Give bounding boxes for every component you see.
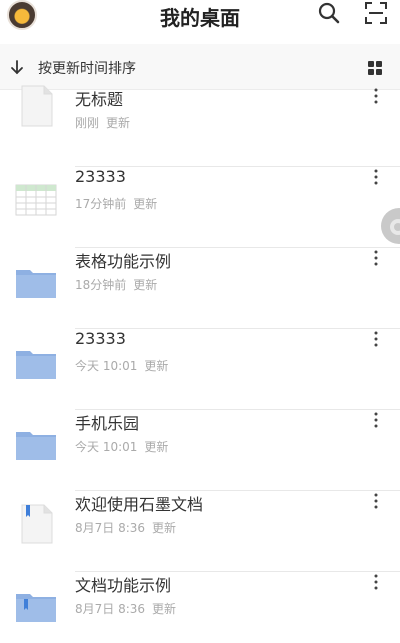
arrow-down-icon[interactable] bbox=[9, 59, 25, 75]
file-action: 更新 bbox=[133, 278, 158, 292]
bookmarked-folder-icon bbox=[14, 582, 60, 628]
list-item[interactable]: 文档功能示例 8月7日 8:36 更新 bbox=[0, 572, 400, 643]
file-meta: 刚刚 更新 bbox=[75, 114, 130, 131]
more-vertical-icon[interactable] bbox=[366, 410, 386, 430]
sort-bar: 按更新时间排序 bbox=[0, 44, 400, 90]
file-meta: 今天 10:01 更新 bbox=[75, 357, 168, 374]
file-action: 更新 bbox=[152, 602, 177, 616]
file-name: 23333 bbox=[75, 329, 126, 348]
app-header: 我的桌面 bbox=[0, 0, 400, 44]
more-vertical-icon[interactable] bbox=[366, 491, 386, 511]
more-vertical-icon[interactable] bbox=[366, 248, 386, 268]
more-vertical-icon[interactable] bbox=[366, 329, 386, 349]
assistant-icon bbox=[390, 219, 400, 235]
more-vertical-icon[interactable] bbox=[366, 572, 386, 592]
file-action: 更新 bbox=[144, 440, 169, 454]
bookmarked-document-icon bbox=[14, 501, 60, 547]
folder-icon bbox=[14, 339, 60, 385]
file-name: 文档功能示例 bbox=[75, 576, 172, 595]
folder-icon bbox=[14, 420, 60, 466]
file-time: 刚刚 bbox=[75, 116, 100, 130]
list-item[interactable]: 表格功能示例 18分钟前 更新 bbox=[0, 248, 400, 329]
folder-icon bbox=[14, 258, 60, 304]
scan-icon[interactable] bbox=[364, 1, 388, 25]
file-time: 8月7日 8:36 bbox=[75, 602, 146, 616]
file-name: 23333 bbox=[75, 167, 126, 186]
more-vertical-icon[interactable] bbox=[366, 167, 386, 187]
file-meta: 8月7日 8:36 更新 bbox=[75, 519, 176, 536]
document-icon bbox=[14, 84, 60, 130]
list-item[interactable]: 欢迎使用石墨文档 8月7日 8:36 更新 bbox=[0, 491, 400, 572]
file-time: 今天 10:01 bbox=[75, 359, 138, 373]
file-name: 无标题 bbox=[75, 90, 124, 109]
file-action: 更新 bbox=[133, 197, 158, 211]
file-meta: 8月7日 8:36 更新 bbox=[75, 600, 176, 617]
list-item[interactable]: 23333 17分钟前 更新 bbox=[0, 167, 400, 248]
grid-view-icon[interactable] bbox=[368, 60, 382, 75]
file-action: 更新 bbox=[144, 359, 169, 373]
spreadsheet-icon bbox=[14, 177, 60, 223]
file-time: 17分钟前 bbox=[75, 197, 127, 211]
file-meta: 18分钟前 更新 bbox=[75, 276, 157, 293]
file-name: 欢迎使用石墨文档 bbox=[75, 495, 204, 514]
file-time: 8月7日 8:36 bbox=[75, 521, 146, 535]
file-name: 手机乐园 bbox=[75, 414, 140, 433]
file-time: 今天 10:01 bbox=[75, 440, 138, 454]
search-icon[interactable] bbox=[317, 1, 341, 25]
list-item[interactable]: 无标题 刚刚 更新 bbox=[0, 84, 400, 167]
file-meta: 今天 10:01 更新 bbox=[75, 438, 168, 455]
file-name: 表格功能示例 bbox=[75, 252, 172, 271]
file-meta: 17分钟前 更新 bbox=[75, 195, 157, 212]
file-action: 更新 bbox=[152, 521, 177, 535]
file-time: 18分钟前 bbox=[75, 278, 127, 292]
list-item[interactable]: 23333 今天 10:01 更新 bbox=[0, 329, 400, 410]
list-item[interactable]: 手机乐园 今天 10:01 更新 bbox=[0, 410, 400, 491]
sort-order-label[interactable]: 按更新时间排序 bbox=[38, 58, 136, 78]
more-vertical-icon[interactable] bbox=[366, 86, 386, 106]
file-action: 更新 bbox=[106, 116, 131, 130]
